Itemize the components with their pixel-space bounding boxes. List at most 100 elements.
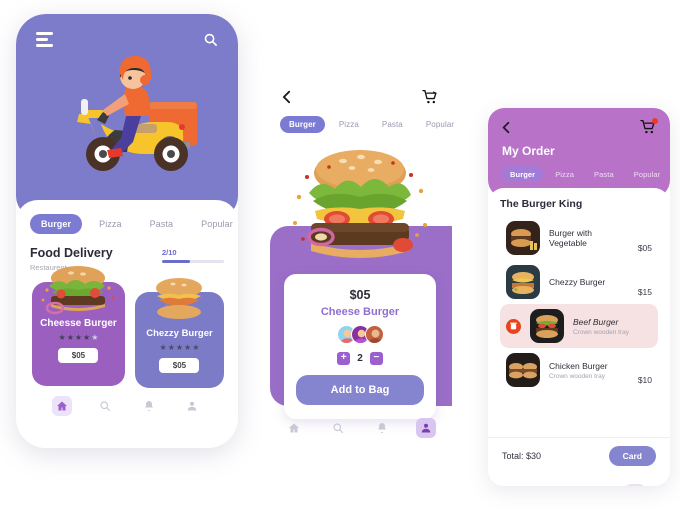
- item-price: $05: [637, 243, 652, 253]
- home-topbar: [16, 14, 238, 47]
- order-sheet: The Burger King Burger with Vegetable $0…: [488, 188, 670, 474]
- progress-track: [162, 260, 224, 263]
- product-price: $05: [349, 288, 371, 302]
- rating-stars: ★ ★ ★ ★ ★: [135, 343, 224, 352]
- order-item-row-selected[interactable]: Beef Burger Crown wooden tray: [500, 304, 658, 348]
- item-thumbnail: [506, 353, 540, 387]
- progress-fill: [162, 260, 190, 263]
- food-card-price: $05: [159, 358, 200, 373]
- delivery-scooter-illustration: [41, 54, 213, 186]
- food-card-list: Cheesse Burger ★ ★ ★ ★ ★ $05 Chezzy Burg…: [30, 266, 224, 388]
- home-category-tabs: Burger Pizza Pasta Popular: [30, 214, 233, 234]
- back-chevron-left-icon[interactable]: [282, 90, 291, 104]
- item-info: Chicken Burger Crown wooden tray: [549, 361, 629, 380]
- star-icon: ★: [91, 333, 99, 342]
- order-header: My Order Burger Pizza Pasta Popular: [488, 108, 670, 198]
- nav-bell-icon[interactable]: [588, 484, 608, 486]
- page-title: My Order: [502, 144, 555, 158]
- mockup-canvas: Burger Pizza Pasta Popular Food Delivery…: [0, 0, 680, 520]
- order-item-row[interactable]: Chezzy Burger $15: [500, 260, 658, 304]
- add-to-bag-button[interactable]: Add to Bag: [296, 375, 424, 405]
- tab-pasta[interactable]: Pasta: [139, 214, 185, 234]
- home-sheet: Burger Pizza Pasta Popular Food Delivery…: [16, 200, 238, 448]
- burger-image: [143, 274, 215, 322]
- quantity-value: 2: [357, 353, 363, 364]
- tab-burger[interactable]: Burger: [280, 116, 325, 133]
- nav-profile-icon[interactable]: [182, 396, 202, 416]
- increase-quantity-button[interactable]: +: [337, 352, 351, 365]
- item-subtitle: Crown wooden tray: [549, 372, 605, 380]
- tab-pizza[interactable]: Pizza: [330, 116, 368, 133]
- food-card-name: Chezzy Burger: [146, 328, 213, 339]
- nav-search-icon[interactable]: [95, 396, 115, 416]
- star-icon: ★: [58, 333, 66, 342]
- nav-home-icon[interactable]: [513, 484, 533, 486]
- avatar-group: [296, 325, 424, 344]
- progress-indicator: 2/10: [162, 246, 224, 263]
- detail-category-tabs: Burger Pizza Pasta Popular: [262, 104, 458, 133]
- search-icon[interactable]: [203, 32, 218, 47]
- star-icon: ★: [175, 343, 184, 352]
- order-item-row[interactable]: Burger with Vegetable $05: [500, 216, 658, 260]
- phone-screen-home: Burger Pizza Pasta Popular Food Delivery…: [16, 14, 238, 448]
- tab-popular[interactable]: Popular: [190, 214, 238, 234]
- item-price: $10: [637, 375, 652, 385]
- quantity-stepper: + 2 −: [296, 352, 424, 365]
- tab-pizza[interactable]: Pizza: [88, 214, 133, 234]
- nav-profile-icon[interactable]: [625, 484, 646, 486]
- detail-topbar: [262, 74, 458, 104]
- nav-profile-icon[interactable]: [416, 418, 436, 438]
- cart-icon[interactable]: [422, 90, 438, 104]
- star-icon: ★: [167, 343, 175, 352]
- burger-hero-image: [285, 139, 435, 289]
- nav-bell-icon[interactable]: [372, 418, 392, 438]
- order-item-row[interactable]: Chicken Burger Crown wooden tray $10: [500, 348, 658, 392]
- item-thumbnail: [506, 265, 540, 299]
- tab-pizza[interactable]: Pizza: [547, 166, 582, 182]
- food-card-chezzy-burger[interactable]: Chezzy Burger ★ ★ ★ ★ ★ $05: [134, 278, 224, 388]
- tab-burger[interactable]: Burger: [502, 166, 544, 182]
- nav-bell-icon[interactable]: [139, 396, 159, 416]
- phone-screen-order: My Order Burger Pizza Pasta Popular The …: [488, 108, 670, 486]
- tab-pasta[interactable]: Pasta: [586, 166, 622, 182]
- cart-icon[interactable]: [640, 118, 658, 134]
- item-thumbnail: [530, 309, 564, 343]
- order-topbar: [502, 118, 658, 134]
- delete-icon[interactable]: [506, 318, 521, 334]
- item-info: Burger with Vegetable: [549, 228, 629, 248]
- item-name: Beef Burger: [573, 316, 619, 327]
- product-name: Cheese Burger: [320, 306, 400, 318]
- detail-hero: [262, 133, 458, 293]
- nav-home-icon[interactable]: [284, 418, 304, 438]
- home-hero: [16, 14, 238, 218]
- star-icon: ★: [83, 333, 91, 342]
- detail-bottom-nav: [262, 410, 458, 450]
- tab-popular[interactable]: Popular: [417, 116, 458, 133]
- tab-pasta[interactable]: Pasta: [373, 116, 412, 133]
- hamburger-menu-icon[interactable]: [36, 32, 53, 47]
- order-category-tabs: Burger Pizza Pasta Popular: [502, 166, 660, 182]
- progress-label: 2/10: [162, 248, 177, 257]
- back-chevron-left-icon[interactable]: [502, 121, 510, 134]
- food-card-cheesse-burger[interactable]: Cheesse Burger ★ ★ ★ ★ ★ $05: [32, 266, 125, 386]
- item-thumbnail: [506, 221, 540, 255]
- nav-search-icon[interactable]: [328, 418, 348, 438]
- star-icon: ★: [66, 333, 74, 342]
- avatar: [364, 325, 384, 344]
- nav-home-icon[interactable]: [51, 396, 72, 416]
- tab-burger[interactable]: Burger: [30, 214, 83, 234]
- item-name: Chezzy Burger: [549, 277, 606, 287]
- item-subtitle: Crown wooden tray: [573, 328, 629, 336]
- pay-card-button[interactable]: Card: [608, 446, 656, 466]
- tab-popular[interactable]: Popular: [626, 166, 669, 182]
- food-card-price: $05: [58, 348, 99, 363]
- home-bottom-nav: [30, 388, 224, 428]
- item-name: Burger with Vegetable: [549, 228, 592, 248]
- star-icon: ★: [184, 343, 192, 352]
- rating-stars: ★ ★ ★ ★ ★: [32, 333, 125, 342]
- burger-image: [35, 264, 121, 320]
- nav-search-icon[interactable]: [550, 484, 570, 486]
- star-icon: ★: [159, 343, 167, 352]
- decrease-quantity-button[interactable]: −: [369, 352, 383, 365]
- order-total: Total: $30: [502, 451, 542, 461]
